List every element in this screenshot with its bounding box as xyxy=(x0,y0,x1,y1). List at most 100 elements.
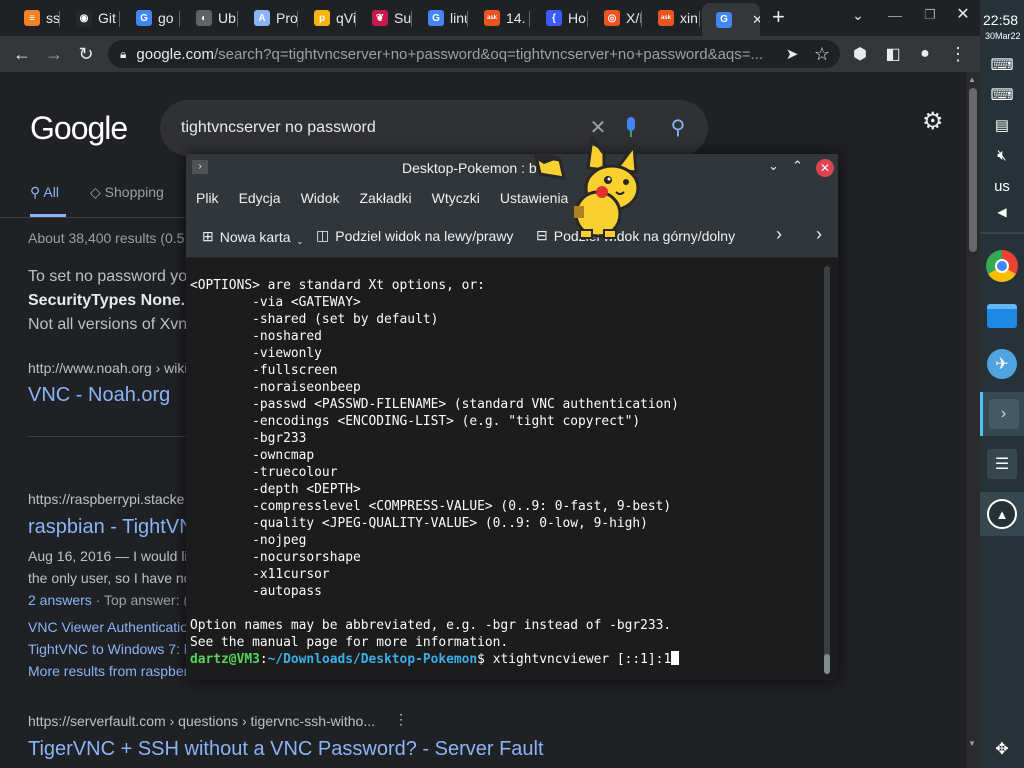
askubuntu-icon: ask xyxy=(658,10,674,26)
pikachu-sprite xyxy=(534,134,640,239)
result-1-url: http://www.noah.org › wiki xyxy=(28,360,188,376)
close-window-button[interactable]: ✕ xyxy=(953,7,973,23)
result-3-more-icon[interactable]: ⋮ xyxy=(394,712,408,726)
keyboard-icon[interactable]: ⌨ xyxy=(980,84,1024,106)
browser-tab[interactable]: ask 14. xyxy=(470,3,530,33)
toolbar-next-icon[interactable]: › xyxy=(776,225,782,243)
app-bird-icon[interactable]: ✈ xyxy=(980,342,1024,386)
back-button[interactable]: ← xyxy=(8,40,36,68)
google-logo[interactable]: Google xyxy=(30,110,128,147)
tab-separator xyxy=(119,11,120,27)
terminal-dock-icon[interactable]: › xyxy=(980,392,1024,436)
clipboard-icon[interactable]: ▤ xyxy=(980,114,1024,136)
browser-toolbar: ← → ↻ 🔒︎ google.com/search?q=tightvncser… xyxy=(0,36,980,72)
menu-edycja[interactable]: Edycja xyxy=(239,190,281,206)
tab-shopping[interactable]: ◇ Shopping xyxy=(90,184,164,201)
address-bar[interactable]: 🔒︎ google.com/search?q=tightvncserver+no… xyxy=(108,40,840,68)
shelf-arrow-icon[interactable]: ◀ xyxy=(980,202,1024,222)
scroll-thumb[interactable] xyxy=(969,88,977,252)
bracket-icon: { xyxy=(546,10,562,26)
browser-tab[interactable]: A Pro xyxy=(240,3,298,33)
tab-all[interactable]: ⚲ All xyxy=(30,184,59,201)
new-tab-icon: ⊞ xyxy=(202,228,214,244)
terminal-menubar: Plik Edycja Widok Zakładki Wtyczki Ustaw… xyxy=(186,182,838,214)
terminal-scrollbar[interactable] xyxy=(824,266,830,674)
result-3-url: https://serverfault.com › questions › ti… xyxy=(28,713,376,729)
menu-kebab-icon[interactable]: ⋮ xyxy=(944,40,972,68)
result-1-title[interactable]: VNC - Noah.org xyxy=(28,384,170,407)
url-path: /search?q=tightvncserver+no+password&oq=… xyxy=(213,45,764,63)
move-icon[interactable]: ✥ xyxy=(980,738,1024,760)
scroll-down-icon[interactable]: ▼ xyxy=(968,740,976,748)
result-2-answers: 2 answers · Top answer: ( xyxy=(28,592,188,608)
settings-gear-icon[interactable]: ⚙ xyxy=(922,110,944,134)
browser-tab[interactable]: ask xin xyxy=(644,3,700,33)
search-query[interactable]: tightvncserver no password xyxy=(181,119,586,137)
minimize-window-button[interactable]: — xyxy=(885,8,905,22)
send-icon[interactable]: ➤ xyxy=(778,40,806,68)
files-icon[interactable] xyxy=(980,294,1024,338)
terminal-titlebar[interactable]: › Desktop-Pokemon : b ⌄ ⌃ ✕ xyxy=(186,154,838,182)
google-icon: G xyxy=(136,10,152,26)
scroll-up-icon[interactable]: ▲ xyxy=(968,76,976,84)
browser-tab[interactable]: ❦ Sup xyxy=(358,3,412,33)
keyboard-layout[interactable]: us xyxy=(980,176,1024,196)
new-tab-plus-icon[interactable]: + xyxy=(772,4,785,30)
result-3-title[interactable]: TigerVNC + SSH without a VNC Password? -… xyxy=(28,738,544,761)
chrome-icon[interactable] xyxy=(980,244,1024,288)
tab-separator xyxy=(587,11,588,27)
forward-button[interactable]: → xyxy=(40,40,68,68)
restore-window-button[interactable]: ❐ xyxy=(920,8,940,21)
browser-tab[interactable]: ◐ Ub xyxy=(182,3,238,33)
toolbar-overflow-icon[interactable]: › xyxy=(816,225,822,243)
new-tab-button[interactable]: ⊞ Nowa karta ⌄ xyxy=(202,227,303,246)
terminal-minimize-icon[interactable]: ⌄ xyxy=(768,159,779,172)
tab-close-icon[interactable]: ✕ xyxy=(752,12,760,28)
search-small-icon: ⚲ xyxy=(30,184,44,200)
result-2-sublink-1[interactable]: VNC Viewer Authenticatio xyxy=(28,619,188,635)
answers-link[interactable]: 2 answers xyxy=(28,592,92,608)
snippet-line-3: Not all versions of Xvn xyxy=(28,316,188,333)
bookmark-star-icon[interactable]: ☆ xyxy=(808,40,836,68)
pikachu-desktop-pet[interactable] xyxy=(530,134,644,244)
browser-tab[interactable]: Ggo xyxy=(122,3,180,33)
prompt-separator: : xyxy=(259,652,268,667)
browser-tab[interactable]: ◎ X/I xyxy=(590,3,642,33)
terminal-maximize-icon[interactable]: ⌃ xyxy=(792,159,803,172)
extensions-icon[interactable]: ⬢ xyxy=(846,40,874,68)
browser-tab[interactable]: {Ho xyxy=(532,3,588,33)
tab-separator xyxy=(355,11,356,27)
virtual-keyboard-icon[interactable]: ⌨ xyxy=(980,54,1024,76)
result-2-more[interactable]: More results from raspber xyxy=(28,663,188,679)
reload-button[interactable]: ↻ xyxy=(72,40,100,68)
clock-time[interactable]: 22:58 xyxy=(983,12,1018,28)
browser-tab[interactable]: ◉ Git xyxy=(62,3,120,33)
result-2-sublink-2[interactable]: TightVNC to Windows 7: b xyxy=(28,641,192,657)
menu-widok[interactable]: Widok xyxy=(301,190,340,206)
tab-search-button[interactable]: ⌄ xyxy=(848,8,868,22)
side-panel-icon[interactable]: ◧ xyxy=(879,40,907,68)
tab-label: qVi xyxy=(336,10,356,26)
terminal-body[interactable]: <OPTIONS> are standard Xt options, or: -… xyxy=(186,258,838,680)
menu-zakladki[interactable]: Zakładki xyxy=(360,190,412,206)
browser-tab[interactable]: Glinu xyxy=(414,3,468,33)
clock-date: 30Mar22 xyxy=(985,31,1021,41)
terminal-scroll-thumb[interactable] xyxy=(824,654,830,674)
terminal-close-icon[interactable]: ✕ xyxy=(816,159,834,177)
browser-tab[interactable]: G ✕ xyxy=(702,3,760,36)
dropdown-caret-icon: ⌄ xyxy=(296,237,304,246)
image-viewer-icon[interactable]: ▲ xyxy=(980,492,1024,536)
split-left-right-button[interactable]: ◫ Podziel widok na lewy/prawy xyxy=(316,227,513,244)
browser-tab[interactable]: p qVi xyxy=(300,3,356,33)
profile-icon[interactable]: ● xyxy=(911,40,939,68)
volume-muted-icon[interactable]: 🔇︎ xyxy=(980,144,1024,166)
menu-plik[interactable]: Plik xyxy=(196,190,219,206)
browser-tab[interactable]: ≡ ssl xyxy=(10,3,60,33)
search-icon[interactable]: ⚲ xyxy=(666,118,690,138)
page-scrollbar[interactable]: ▲ ▼ xyxy=(966,72,980,768)
tab-label: xin xyxy=(680,10,698,26)
tag-icon: ◇ xyxy=(90,184,105,200)
menu-wtyczki[interactable]: Wtyczki xyxy=(432,190,480,206)
result-2-title[interactable]: raspbian - TightVN xyxy=(28,516,194,539)
settings-sliders-icon[interactable]: ☰ xyxy=(980,442,1024,486)
